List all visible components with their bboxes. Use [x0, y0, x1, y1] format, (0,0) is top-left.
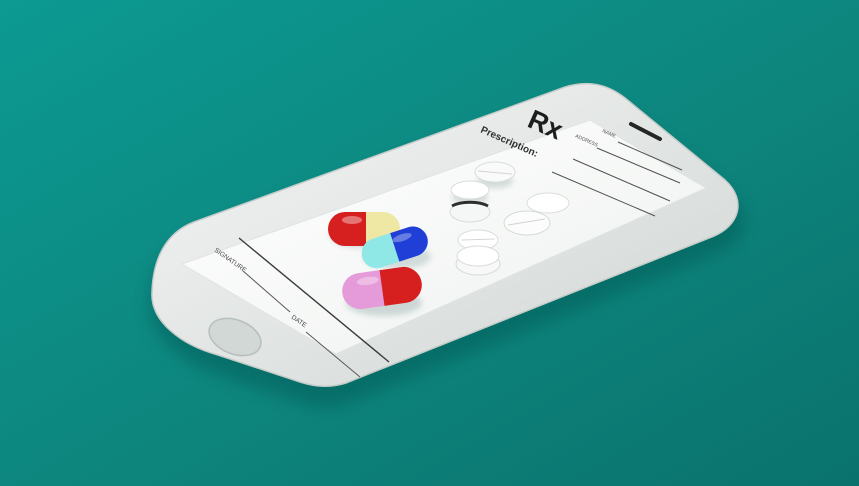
prescription-phone-scene: Rx Prescription: NAME ADDRESS SIGNATURE …	[0, 0, 859, 486]
image-frame: Rx Prescription: NAME ADDRESS SIGNATURE …	[0, 0, 859, 486]
